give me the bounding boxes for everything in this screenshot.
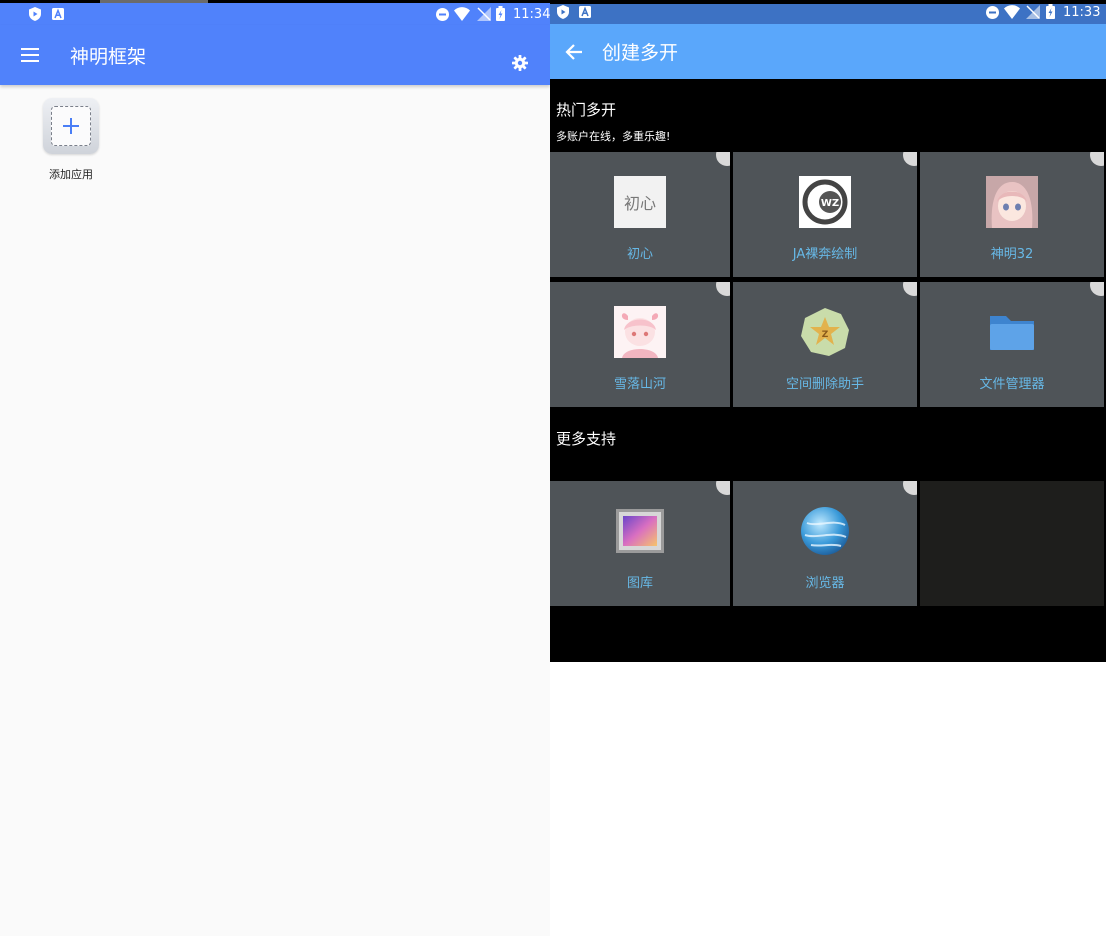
add-app-button[interactable]: 添加应用 [40, 97, 102, 187]
wifi-icon [454, 7, 470, 21]
play-protect-icon [29, 7, 41, 21]
android-a-icon [52, 8, 64, 20]
anime-girl-avatar-icon [986, 176, 1038, 228]
app-name: JA裸奔绘制 [792, 247, 858, 262]
add-app-tile [43, 98, 99, 154]
app-tile-file-manager[interactable]: 文件管理器 [920, 282, 1104, 407]
app-bar: 神明框架 [0, 25, 550, 85]
app-tile-qzone-cleaner[interactable]: Z 空间删除助手 [733, 282, 917, 407]
more-section-title: 更多支持 [556, 430, 617, 448]
status-time: 11:33 [1063, 5, 1101, 20]
pink-anime-avatar-icon [614, 306, 666, 358]
app-name: 初心 [626, 247, 653, 262]
app-bar: 创建多开 [550, 24, 1106, 79]
app-name: 文件管理器 [979, 377, 1045, 392]
app-tile-browser[interactable]: 浏览器 [733, 481, 917, 606]
app-tile-shenming32[interactable]: 神明32 [920, 152, 1104, 277]
qzone-star-icon: Z [801, 308, 849, 356]
play-protect-icon [557, 5, 569, 19]
folder-icon [990, 316, 1034, 350]
android-a-icon [579, 6, 591, 18]
globe-icon [801, 507, 849, 555]
do-not-disturb-icon [986, 6, 999, 19]
status-bar: 11:34 [0, 3, 550, 25]
status-time: 11:34 [513, 7, 551, 22]
back-button[interactable] [556, 34, 592, 70]
battery-charging-icon [1046, 4, 1055, 19]
app-tile-gallery[interactable]: 图库 [550, 481, 730, 606]
no-signal-icon [477, 7, 491, 21]
wifi-icon [1004, 5, 1020, 19]
battery-charging-icon [496, 6, 505, 21]
create-clone-screen: 11:33 创建多开 热门多开 多账户在线，多重乐趣! 初心 初心 WZ JA裸… [550, 0, 1106, 662]
page-title: 创建多开 [602, 42, 679, 64]
wz-logo-icon: WZ [799, 176, 851, 228]
svg-text:WZ: WZ [821, 198, 839, 209]
settings-button[interactable] [505, 46, 535, 80]
hot-section-title: 热门多开 [556, 101, 617, 119]
app-name: 空间删除助手 [785, 377, 864, 392]
arrow-left-icon [565, 44, 582, 60]
plus-icon [63, 118, 79, 134]
svg-text:初心: 初心 [624, 194, 656, 213]
app-name: 神明32 [990, 247, 1034, 262]
app-tile-ja-draw[interactable]: WZ JA裸奔绘制 [733, 152, 917, 277]
app-title: 神明框架 [70, 46, 147, 68]
app-name: 浏览器 [805, 576, 845, 591]
do-not-disturb-icon [436, 8, 449, 21]
chuxin-calligraphy-icon: 初心 [614, 176, 666, 228]
menu-icon [21, 48, 39, 50]
main-screen: 11:34 神明框架 添加应用 [0, 0, 550, 936]
app-name: 图库 [626, 576, 653, 591]
gear-icon [512, 55, 528, 71]
hot-section-subtitle: 多账户在线，多重乐趣! [556, 130, 671, 143]
empty-tile [920, 481, 1104, 606]
app-tile-chuxin[interactable]: 初心 初心 [550, 152, 730, 277]
no-signal-icon [1026, 5, 1040, 19]
add-app-label: 添加应用 [49, 168, 93, 181]
svg-text:Z: Z [822, 330, 829, 340]
app-name: 雪落山河 [613, 377, 666, 392]
menu-button[interactable] [12, 37, 48, 73]
app-tile-xueluo[interactable]: 雪落山河 [550, 282, 730, 407]
status-bar: 11:33 [550, 0, 1106, 24]
gallery-icon [616, 509, 664, 553]
